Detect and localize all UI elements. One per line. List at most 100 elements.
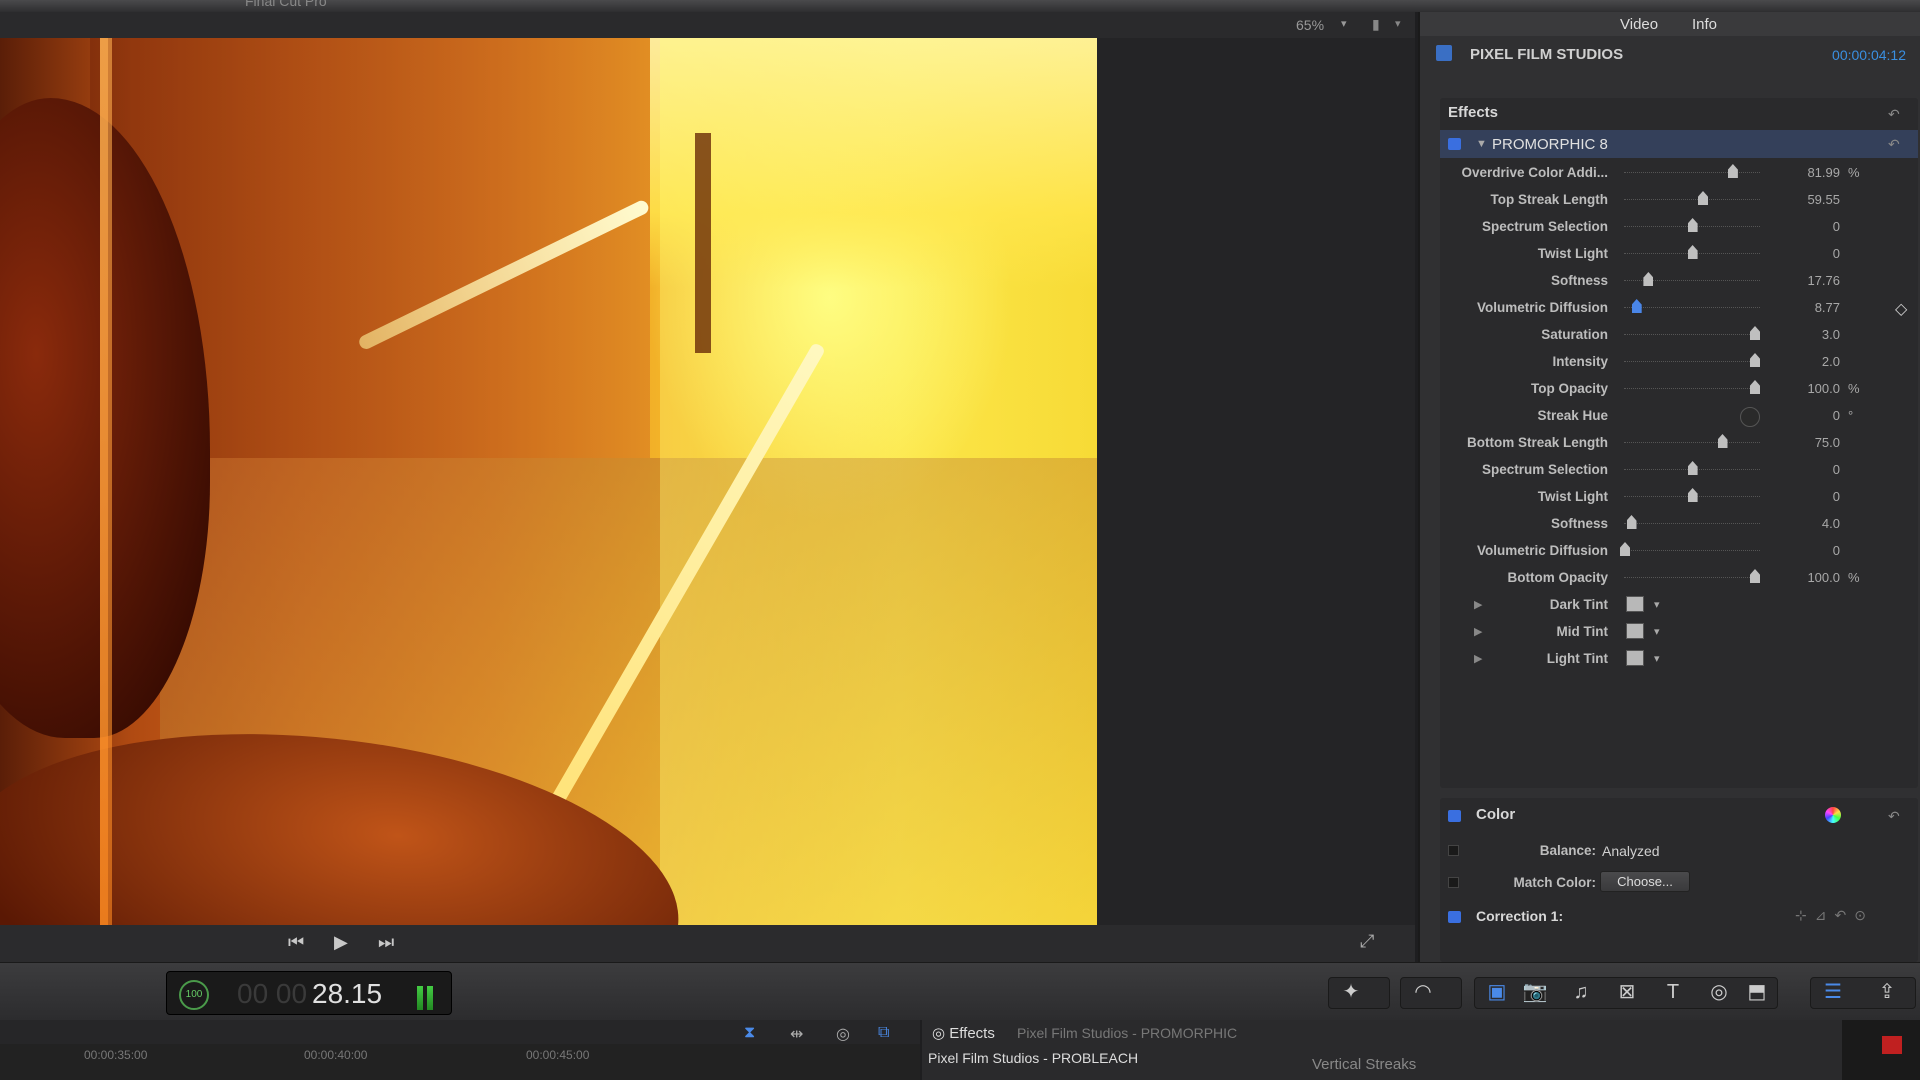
disclosure-closed-icon[interactable]: ▶ [1474,598,1482,611]
snapping-icon[interactable]: ⧉ [878,1024,889,1042]
param-slider[interactable] [1624,523,1760,525]
slider-thumb[interactable] [1687,488,1698,502]
param-slider[interactable] [1624,577,1760,579]
zoom-level[interactable]: 65% [1296,17,1324,33]
slider-thumb[interactable] [1687,461,1698,475]
slider-thumb[interactable] [1626,515,1637,529]
param-value[interactable]: 0 [1760,462,1840,477]
param-value[interactable]: 3.0 [1760,327,1840,342]
tint-label: Light Tint [1546,651,1608,666]
generators-browser-icon[interactable]: ◎ [1701,979,1737,1007]
param-value[interactable]: 81.99 [1760,165,1840,180]
param-value[interactable]: 0 [1760,246,1840,261]
tab-info[interactable]: Info [1692,16,1717,33]
effect-row-promorphic[interactable]: ▼ PROMORPHIC 8 ↶ [1440,130,1918,158]
slider-thumb[interactable] [1687,245,1698,259]
video-pole [695,133,711,353]
play-button[interactable]: ▶ [334,932,348,953]
param-slider[interactable] [1624,172,1760,174]
transitions-browser-icon[interactable]: ⊠ [1609,979,1645,1007]
chevron-down-icon[interactable]: ▾ [1654,652,1660,665]
keyframe-icon[interactable]: ◇ [1895,299,1907,319]
fullscreen-icon[interactable]: ⤢ [1360,931,1374,952]
param-value[interactable]: 75.0 [1760,435,1840,450]
match-color-checkbox[interactable] [1448,877,1459,888]
disclosure-closed-icon[interactable]: ▶ [1474,652,1482,665]
browser-list-item[interactable]: Pixel Film Studios - PROBLEACH [928,1050,1138,1066]
color-wheel-icon[interactable] [1825,807,1841,823]
param-value[interactable]: 8.77 [1760,300,1840,315]
param-slider[interactable] [1624,307,1760,309]
background-tasks-badge[interactable]: 100 [179,980,209,1010]
view-options-icon[interactable]: ▮ [1372,16,1380,33]
browser-title-text: Effects [949,1025,995,1042]
color-enable-checkbox[interactable] [1448,810,1461,822]
share-icon[interactable]: ⇪ [1869,979,1905,1007]
slider-thumb[interactable] [1631,299,1642,313]
disclosure-open-icon[interactable]: ▼ [1476,138,1487,150]
themes-browser-icon[interactable]: ⬒ [1739,979,1775,1007]
balance-checkbox[interactable] [1448,845,1459,856]
browser-preview-label[interactable]: Vertical Streaks [1312,1056,1416,1073]
slider-thumb[interactable] [1750,326,1760,340]
inspector-toggle-icon[interactable]: ☰ [1815,979,1851,1007]
slider-thumb[interactable] [1727,164,1738,178]
param-slider[interactable] [1624,199,1760,201]
go-to-end-button[interactable]: ⏭ [378,932,394,953]
param-value[interactable]: 59.55 [1760,192,1840,207]
choose-button[interactable]: Choose... [1600,871,1690,892]
param-value[interactable]: 0 [1760,408,1840,423]
tint-color-swatch[interactable] [1626,623,1644,639]
color-reset-icon[interactable]: ↶ [1888,808,1900,825]
param-value[interactable]: 2.0 [1760,354,1840,369]
solo-icon[interactable]: ◎ [836,1024,850,1044]
slider-thumb[interactable] [1750,353,1760,367]
effect-reset-icon[interactable]: ↶ [1888,136,1900,153]
chevron-down-icon[interactable]: ▾ [1654,598,1660,611]
titles-browser-icon[interactable]: T [1655,979,1691,1007]
slider-thumb[interactable] [1620,542,1630,556]
tint-color-swatch[interactable] [1626,596,1644,612]
hue-dial[interactable] [1740,407,1760,427]
music-browser-icon[interactable]: ♫ [1563,979,1599,1007]
param-row: Twist Light 0 [1440,241,1918,268]
param-value[interactable]: 0 [1760,489,1840,504]
effects-browser-icon[interactable]: ▣ [1479,979,1515,1007]
slider-thumb[interactable] [1643,272,1654,286]
param-value[interactable]: 100.0 [1760,570,1840,585]
tab-video[interactable]: Video [1620,16,1658,33]
param-value[interactable]: 4.0 [1760,516,1840,531]
param-row: Top Streak Length 59.55 [1440,187,1918,214]
param-slider[interactable] [1624,550,1760,552]
param-slider[interactable] [1624,361,1760,363]
zoom-dropdown-icon[interactable]: ▾ [1341,17,1347,30]
disclosure-closed-icon[interactable]: ▶ [1474,625,1482,638]
dashboard-timecode[interactable]: 100 00 00 28.15 [166,971,452,1015]
audio-skimming-icon[interactable]: ⇹ [790,1024,803,1044]
param-value[interactable]: 0 [1760,219,1840,234]
video-frame[interactable] [0,38,1097,925]
skimming-icon[interactable]: ⧗ [744,1024,755,1042]
slider-thumb[interactable] [1750,569,1760,583]
slider-thumb[interactable] [1750,380,1760,394]
go-to-start-button[interactable]: ⏮ [288,932,304,953]
slider-thumb[interactable] [1687,218,1698,232]
param-slider[interactable] [1624,388,1760,390]
param-slider[interactable] [1624,442,1760,444]
slider-thumb[interactable] [1698,191,1708,205]
param-slider[interactable] [1624,334,1760,336]
view-options-dropdown-icon[interactable]: ▾ [1395,17,1401,30]
photo-browser-icon[interactable]: 📷 [1517,979,1553,1007]
param-value[interactable]: 17.76 [1760,273,1840,288]
magic-wand-icon[interactable]: ✦ [1333,979,1369,1007]
correction-tools-icons[interactable]: ⊹⊿↶⊙ [1795,907,1874,924]
retime-icon[interactable]: ◠ [1405,979,1441,1007]
slider-thumb[interactable] [1717,434,1728,448]
correction-enable-checkbox[interactable] [1448,911,1461,923]
tint-color-swatch[interactable] [1626,650,1644,666]
effect-enable-checkbox[interactable] [1448,138,1461,150]
param-value[interactable]: 100.0 [1760,381,1840,396]
effects-reset-icon[interactable]: ↶ [1888,106,1900,123]
param-value[interactable]: 0 [1760,543,1840,558]
chevron-down-icon[interactable]: ▾ [1654,625,1660,638]
